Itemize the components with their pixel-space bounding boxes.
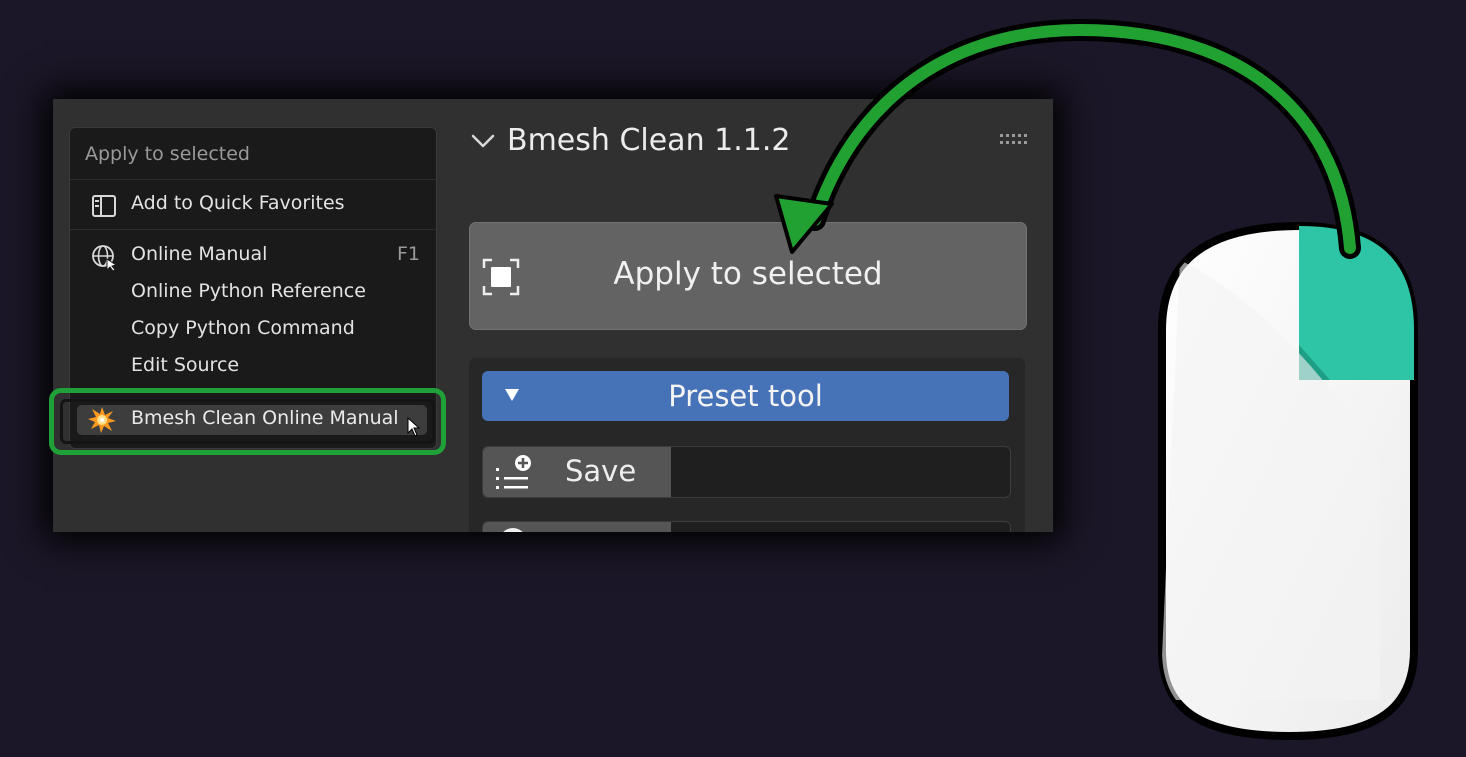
tutorial-overlay <box>774 18 1418 741</box>
mouse-icon <box>1158 221 1418 741</box>
curved-arrow <box>774 18 1361 259</box>
